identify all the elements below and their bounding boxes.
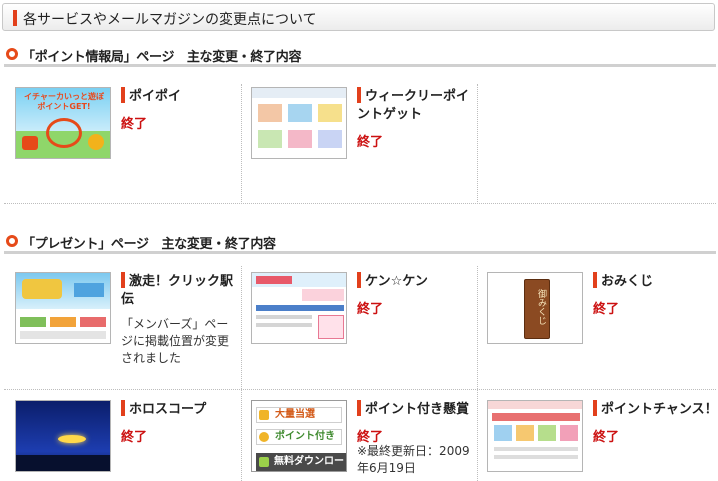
thumbnail-logo: [22, 279, 62, 299]
status-badge: 終了: [357, 135, 384, 150]
section-heading-point-info: 「ポイント情報局」ページ 主な変更・終了内容: [4, 44, 716, 67]
thumbnail-text-line: [256, 323, 312, 327]
grid-divider: [4, 389, 716, 390]
thumbnail-button: [20, 317, 46, 327]
ferris-wheel-icon: [46, 118, 82, 148]
circle-bullet-icon: [6, 48, 18, 60]
thumbnail-text-line: [494, 447, 578, 451]
thumbnail-nav: [256, 305, 344, 311]
item-title-point-kenshou[interactable]: ポイント付き懸賞: [357, 400, 469, 419]
item-title-point-chance[interactable]: ポイントチャンス！: [593, 400, 718, 419]
thumbnail-header: [488, 401, 582, 409]
omikuji-thumbnail[interactable]: 御みくじ: [487, 272, 583, 344]
thumbnail-caption: 御みくじ: [536, 289, 546, 325]
coin-icon: [259, 432, 269, 442]
page-title: 各サービスやメールマガジンの変更点について: [23, 12, 317, 28]
horoscope-thumbnail[interactable]: [15, 400, 111, 472]
thumbnail-banner: [74, 283, 104, 297]
thumbnail-panel: [538, 425, 556, 441]
thumbnail-panel: [560, 425, 578, 441]
thumbnail-line: 無料ダウンロー: [256, 453, 346, 471]
house-icon: [22, 136, 38, 150]
thumbnail-footer: [20, 331, 106, 339]
section-title: 「プレゼント」ページ 主な変更・終了内容: [22, 237, 276, 252]
grid-divider: [241, 266, 242, 481]
title-accent-bar: [593, 400, 597, 416]
title-accent-bar: [593, 272, 597, 288]
title-accent-bar: [121, 272, 125, 288]
poipoi-thumbnail[interactable]: イチャーカいっと遊ぼ ポイントGET!: [15, 87, 111, 159]
grid-divider: [477, 266, 478, 481]
thumbnail-caption: イチャーカいっと遊ぼ ポイントGET!: [24, 92, 104, 111]
thumbnail-nav: [252, 88, 346, 98]
thumbnail-panel: [318, 104, 342, 122]
thumbnail-panel: [288, 104, 312, 122]
thumbnail-text-line: [494, 455, 578, 459]
grid-divider: [241, 84, 242, 202]
section-heading-present: 「プレゼント」ページ 主な変更・終了内容: [4, 231, 716, 254]
thumbnail-button: [80, 317, 106, 327]
section-title: 「ポイント情報局」ページ 主な変更・終了内容: [22, 50, 302, 65]
thumbnail-logo: [256, 276, 292, 284]
item-title-horoscope[interactable]: ホロスコープ: [121, 400, 206, 419]
item-note: ※最終更新日：2009年6月19日: [357, 444, 470, 475]
title-accent-bar: [357, 87, 361, 103]
status-badge: 終了: [357, 302, 384, 317]
title-accent-bar: [121, 400, 125, 416]
thumbnail-panel: [318, 315, 344, 339]
title-accent-bar: [357, 400, 361, 416]
thumbnail-panel: [318, 130, 342, 148]
thumbnail-button: [50, 317, 76, 327]
weekly-point-thumbnail[interactable]: [251, 87, 347, 159]
moon-icon: [58, 435, 86, 443]
item-title-poipoi[interactable]: ポイポイ: [121, 87, 181, 106]
status-badge: 終了: [121, 117, 148, 132]
city-skyline-icon: [16, 455, 110, 471]
status-badge: 終了: [593, 430, 620, 445]
status-badge: 終了: [121, 430, 148, 445]
thumbnail-panel: [258, 130, 282, 148]
section-divider: [4, 64, 716, 67]
title-accent-bar: [121, 87, 125, 103]
thumbnail-panel: [494, 425, 512, 441]
item-title-kenken[interactable]: ケン☆ケン: [357, 272, 428, 291]
page-header: 各サービスやメールマガジンの変更点について: [2, 3, 715, 31]
thumbnail-panel: [288, 130, 312, 148]
kenken-thumbnail[interactable]: [251, 272, 347, 344]
status-badge: 終了: [593, 302, 620, 317]
item-title-weekly-point-get[interactable]: ウィークリーポイントゲット: [357, 87, 475, 124]
header-accent-bar: [13, 10, 17, 26]
thumbnail-banner: [492, 413, 580, 421]
title-accent-bar: [357, 272, 361, 288]
section-divider: [4, 251, 716, 254]
item-title-click-ekiden[interactable]: 激走！クリック駅伝: [121, 272, 239, 309]
point-kenshou-thumbnail[interactable]: 大量当選 ポイント付き 無料ダウンロー: [251, 400, 347, 472]
grid-divider: [477, 84, 478, 202]
point-chance-thumbnail[interactable]: [487, 400, 583, 472]
tree-icon: [88, 134, 104, 150]
gift-icon: [259, 410, 269, 420]
grid-divider: [4, 203, 716, 204]
item-note: 「メンバーズ」ページに掲載位置が変更されました: [121, 317, 230, 365]
thumbnail-text-line: [256, 315, 312, 319]
download-icon: [259, 457, 269, 467]
thumbnail-banner: [302, 289, 344, 301]
click-ekiden-thumbnail[interactable]: [15, 272, 111, 344]
circle-bullet-icon: [6, 235, 18, 247]
item-title-omikuji[interactable]: おみくじ: [593, 272, 653, 291]
thumbnail-panel: [516, 425, 534, 441]
thumbnail-panel: [258, 104, 282, 122]
